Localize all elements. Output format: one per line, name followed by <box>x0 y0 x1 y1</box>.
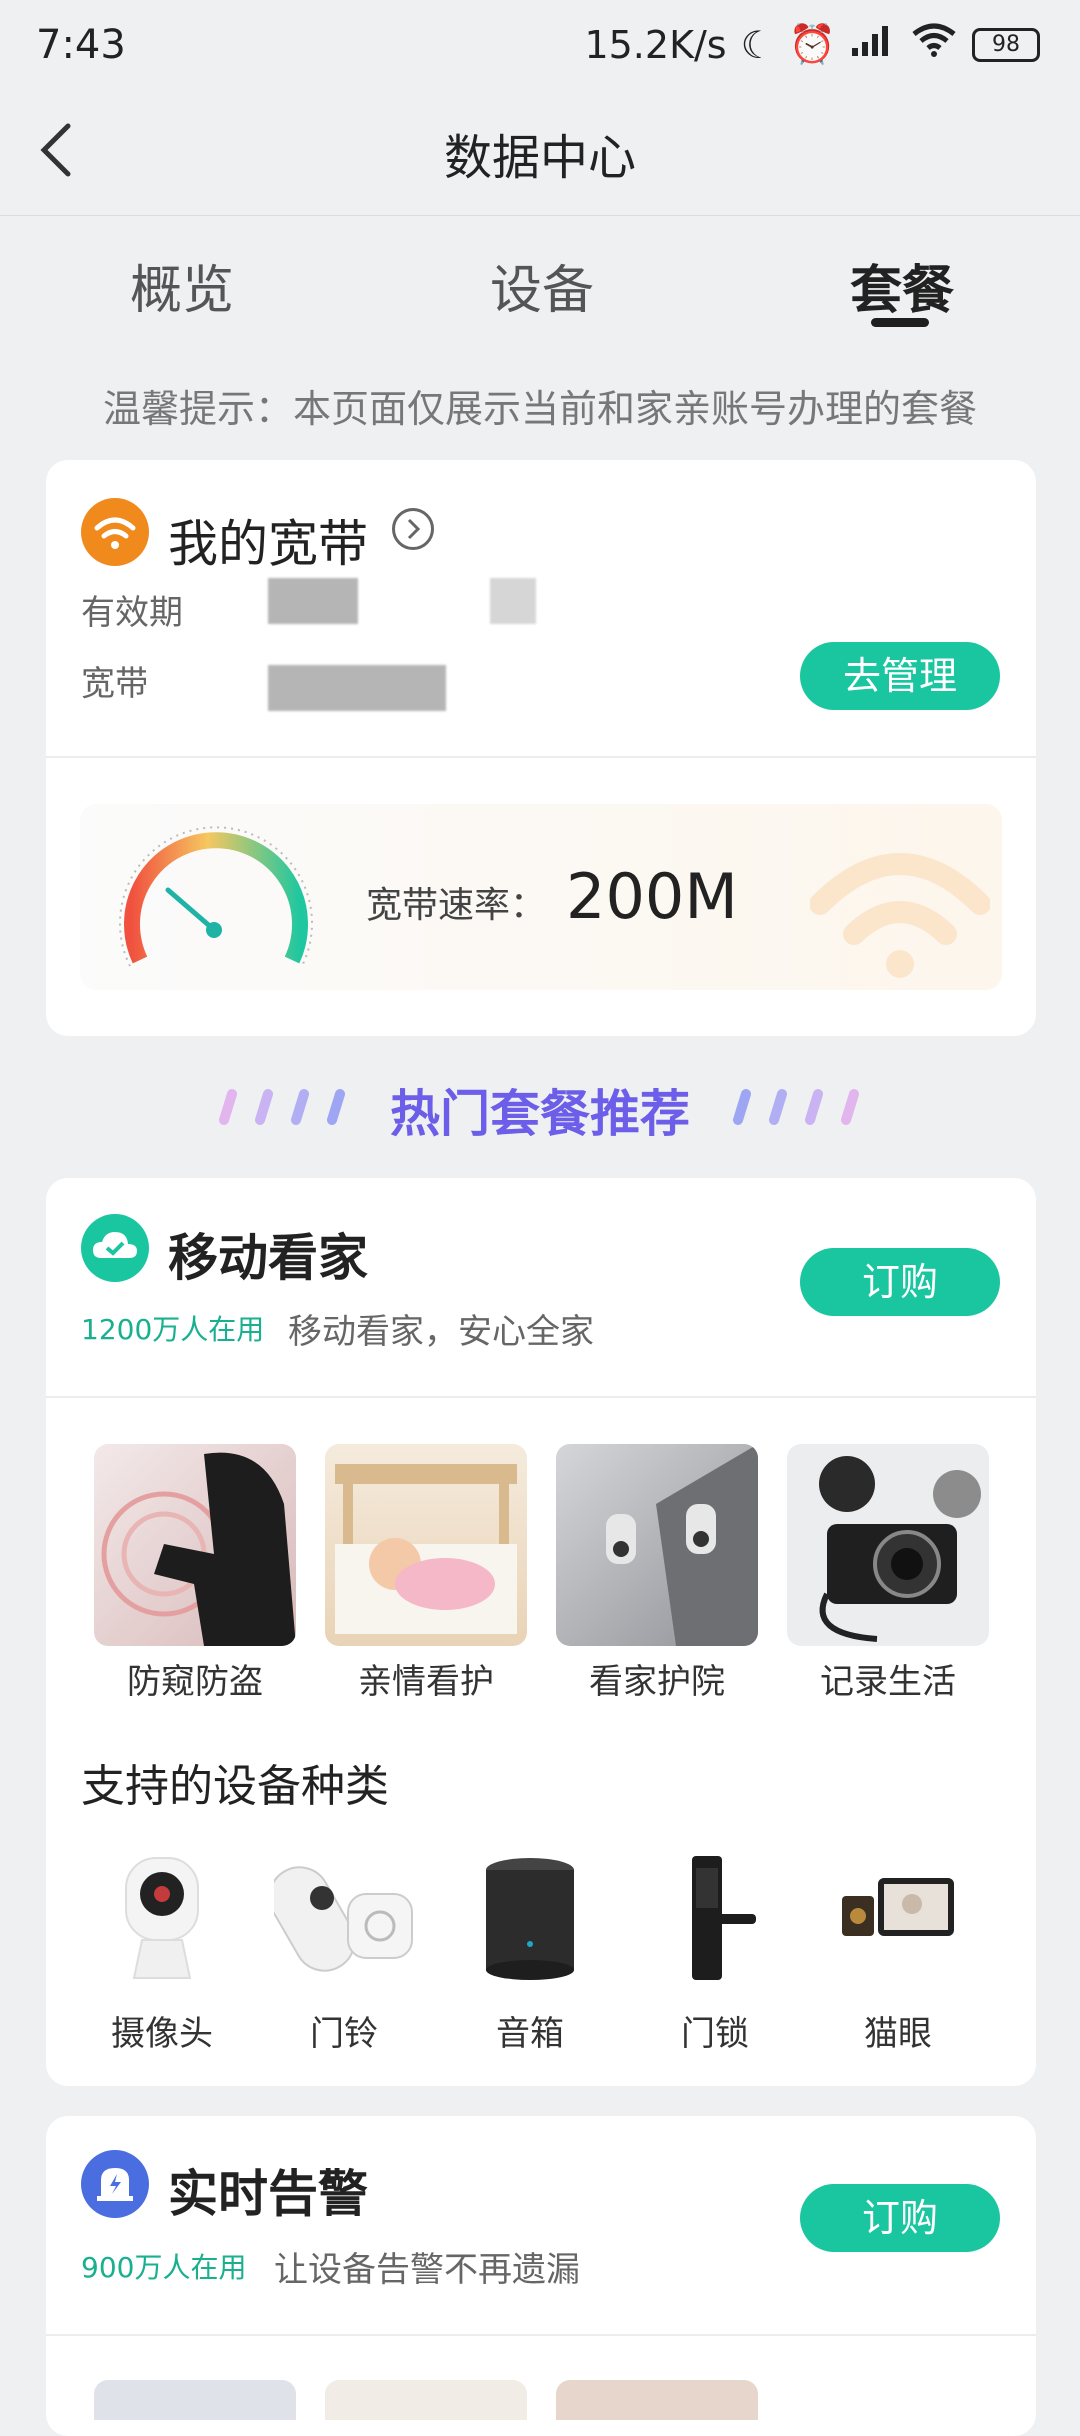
alarm-icon: ⏰ <box>788 22 836 66</box>
manage-button[interactable]: 去管理 <box>800 642 1000 710</box>
speed-panel: 宽带速率： 200M <box>80 804 1002 990</box>
chevron-right-icon[interactable] <box>392 508 434 550</box>
feature-label-family-care: 亲情看护 <box>358 1662 494 1702</box>
doorbell-icon[interactable] <box>268 1854 414 1988</box>
feature-label-anti-theft: 防窥防盗 <box>127 1662 263 1702</box>
tab-packages[interactable]: 套餐 <box>850 248 954 323</box>
alarm-feature-image[interactable] <box>556 2380 758 2420</box>
device-label-speaker: 音箱 <box>496 2014 564 2054</box>
speed-label: 宽带速率： <box>366 885 547 926</box>
feature-image-family-care[interactable] <box>325 1444 527 1646</box>
speaker-icon[interactable] <box>480 1854 580 1988</box>
speedometer-icon <box>119 826 313 967</box>
home-monitor-title: 移动看家 <box>168 1229 368 1287</box>
recommend-deco-right <box>722 1086 872 1130</box>
broadband-wifi-icon <box>81 498 149 566</box>
peephole-icon[interactable] <box>838 1874 958 1958</box>
card-divider <box>46 1396 1036 1398</box>
redacted-value <box>490 578 536 624</box>
header-divider <box>0 215 1080 216</box>
home-monitor-users: 1200万人在用 <box>81 1313 265 1346</box>
alarm-slogan: 让设备告警不再遗漏 <box>274 2250 580 2290</box>
feature-label-home-guard: 看家护院 <box>589 1662 725 1702</box>
feature-image-record-life[interactable] <box>787 1444 989 1646</box>
tip-text: 温馨提示：本页面仅展示当前和家亲账号办理的套餐 <box>102 387 977 431</box>
wifi-icon <box>910 22 958 67</box>
recommend-heading: 热门套餐推荐 <box>390 1085 690 1143</box>
device-label-camera: 摄像头 <box>111 2014 213 2054</box>
redacted-value <box>268 578 358 624</box>
status-bar: 7:43 15.2K/s ☾ ⏰ 98 <box>0 0 1080 96</box>
validity-label: 有效期 <box>81 593 183 633</box>
alarm-feature-image[interactable] <box>325 2380 527 2420</box>
battery-icon: 98 <box>972 27 1040 62</box>
alarm-users: 900万人在用 <box>81 2251 247 2284</box>
signal-icon <box>850 22 896 67</box>
page-title: 数据中心 <box>443 130 636 186</box>
tab-overview[interactable]: 概览 <box>130 248 234 323</box>
broadband-type-label: 宽带 <box>81 664 149 704</box>
camera-icon[interactable] <box>112 1854 212 1988</box>
device-label-door-lock: 门锁 <box>681 2014 749 2054</box>
card-divider <box>46 756 1036 758</box>
alarm-feature-image[interactable] <box>94 2380 296 2420</box>
network-speed: 15.2K/s <box>584 22 727 67</box>
alarm-title: 实时告警 <box>168 2165 368 2223</box>
status-icons: 15.2K/s ☾ ⏰ 98 <box>584 22 1040 67</box>
tab-devices[interactable]: 设备 <box>490 248 594 323</box>
status-time: 7:43 <box>36 22 126 68</box>
wifi-watermark-icon <box>810 853 990 978</box>
redacted-value <box>268 665 446 711</box>
home-monitor-card: 移动看家 1200万人在用 移动看家，安心全家 订购 防窥防盗 亲情看护 看家护… <box>46 1178 1036 2086</box>
broadband-title[interactable]: 我的宽带 <box>168 504 368 576</box>
door-lock-icon[interactable] <box>680 1854 760 1988</box>
home-monitor-slogan: 移动看家，安心全家 <box>288 1312 594 1352</box>
speed-value: 200M <box>566 860 738 933</box>
device-label-peephole: 猫眼 <box>864 2014 932 2054</box>
devices-heading: 支持的设备种类 <box>81 1761 389 1812</box>
cloud-check-icon <box>81 1214 149 1282</box>
home-monitor-order-button[interactable]: 订购 <box>800 1248 1000 1316</box>
device-label-doorbell: 门铃 <box>310 2014 378 2054</box>
alarm-card: 实时告警 900万人在用 让设备告警不再遗漏 订购 <box>46 2116 1036 2436</box>
feature-image-anti-theft[interactable] <box>94 1444 296 1646</box>
broadband-card: 我的宽带 有效期 宽带 去管理 宽带速率： 200M <box>46 460 1036 1036</box>
active-tab-indicator <box>871 318 929 327</box>
feature-image-home-guard[interactable] <box>556 1444 758 1646</box>
alarm-bell-icon <box>81 2150 149 2218</box>
card-divider <box>46 2334 1036 2336</box>
alarm-order-button[interactable]: 订购 <box>800 2184 1000 2252</box>
feature-label-record-life: 记录生活 <box>820 1662 956 1702</box>
moon-icon: ☾ <box>740 22 775 67</box>
